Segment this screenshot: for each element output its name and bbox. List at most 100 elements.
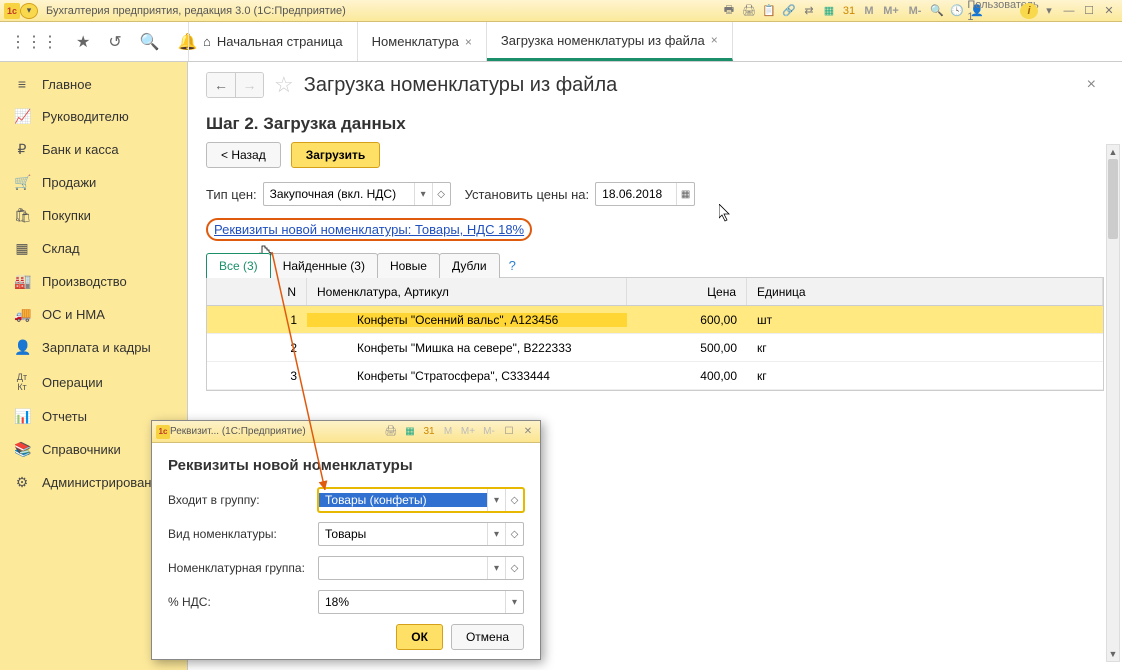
table-row[interactable]: 2 Конфеты "Мишка на севере", В222333 500…: [207, 334, 1103, 362]
tab-load-nomenclature[interactable]: Загрузка номенклатуры из файла ×: [487, 22, 733, 61]
sidebar-item-production[interactable]: 🏭Производство: [0, 265, 187, 298]
tab-duplicates[interactable]: Дубли: [439, 253, 500, 278]
table-row[interactable]: 3 Конфеты "Стратосфера", С333444 400,00 …: [207, 362, 1103, 390]
mem-mplus-icon[interactable]: M+: [880, 3, 902, 19]
favorite-star-icon[interactable]: ★: [76, 32, 90, 52]
close-page-button[interactable]: ×: [1087, 76, 1104, 94]
th-name: Номенклатура, Артикул: [307, 278, 627, 305]
sidebar-item-operations[interactable]: ДтКтОперации: [0, 364, 187, 400]
apps-grid-icon[interactable]: ⋮⋮⋮: [10, 32, 58, 52]
scroll-down-icon[interactable]: ▼: [1107, 647, 1119, 661]
open-icon[interactable]: ◇: [505, 557, 523, 579]
history-icon[interactable]: ↺: [108, 32, 121, 52]
close-icon[interactable]: ×: [711, 33, 718, 47]
table-tabs-row: Все (3) Найденные (3) Новые Дубли ?: [206, 253, 1104, 278]
tab-found[interactable]: Найденные (3): [270, 253, 378, 278]
field-nomgroup-row: Номенклатурная группа: ▾ ◇: [168, 556, 524, 580]
date-combo[interactable]: ▦: [595, 182, 695, 206]
tab-nomenclature[interactable]: Номенклатура ×: [358, 22, 487, 61]
dropdown-icon[interactable]: ▾: [414, 183, 432, 205]
table-row[interactable]: 1 Конфеты "Осенний вальс", А123456 600,0…: [207, 306, 1103, 334]
link-icon[interactable]: 🔗: [780, 3, 798, 19]
sidebar-item-assets[interactable]: 🚚ОС и НМА: [0, 298, 187, 331]
cancel-button[interactable]: Отмена: [451, 624, 524, 650]
load-button[interactable]: Загрузить: [291, 142, 380, 168]
print-icon[interactable]: 🖨: [740, 3, 758, 19]
sidebar-item-purchases[interactable]: 🛍Покупки: [0, 199, 187, 232]
ruble-icon: ₽: [14, 141, 30, 158]
open-icon[interactable]: ◇: [505, 523, 523, 545]
favorite-star-icon[interactable]: ☆: [274, 72, 294, 98]
sidebar-item-bank[interactable]: ₽Банк и касса: [0, 133, 187, 166]
app-menu-dropdown[interactable]: ▾: [20, 3, 38, 19]
mem-mminus-icon[interactable]: M-: [904, 3, 926, 19]
sidebar-item-warehouse[interactable]: ▦Склад: [0, 232, 187, 265]
sidebar-item-manager[interactable]: 📈Руководителю: [0, 100, 187, 133]
scroll-thumb[interactable]: [1108, 159, 1118, 239]
tab-all[interactable]: Все (3): [206, 253, 271, 278]
dropdown-icon[interactable]: ▾: [487, 489, 505, 511]
mem-m-icon[interactable]: M: [860, 3, 878, 19]
print-icon[interactable]: 🖨: [383, 425, 399, 439]
tab-home[interactable]: ⌂ Начальная страница: [188, 22, 358, 61]
search-icon[interactable]: 🔍: [140, 32, 160, 52]
field-vat-label: % НДС:: [168, 595, 318, 609]
sidebar-item-hr[interactable]: 👤Зарплата и кадры: [0, 331, 187, 364]
date-input[interactable]: [596, 187, 676, 201]
scroll-up-icon[interactable]: ▲: [1107, 145, 1119, 159]
info-icon[interactable]: i: [1020, 3, 1038, 19]
close-button[interactable]: ✕: [1100, 3, 1118, 19]
vat-combo[interactable]: ▾: [318, 590, 524, 614]
requisites-link[interactable]: Реквизиты новой номенклатуры: Товары, НД…: [206, 218, 532, 241]
close-icon[interactable]: ×: [465, 35, 472, 49]
compare-icon[interactable]: ⇄: [800, 3, 818, 19]
dropdown-icon[interactable]: ▾: [487, 557, 505, 579]
nomgroup-input[interactable]: [319, 561, 487, 575]
calendar-icon[interactable]: 31: [421, 425, 437, 439]
vertical-scrollbar[interactable]: ▲ ▼: [1106, 144, 1120, 662]
mem-mplus-icon[interactable]: M+: [459, 425, 477, 439]
cell-name: Конфеты "Мишка на севере", В222333: [307, 341, 627, 355]
nomgroup-combo[interactable]: ▾ ◇: [318, 556, 524, 580]
th-unit: Единица: [747, 278, 1103, 305]
dropdown-icon[interactable]: ▾: [1040, 3, 1058, 19]
back-button[interactable]: < Назад: [206, 142, 281, 168]
nav-forward-button[interactable]: →: [235, 73, 263, 97]
open-icon[interactable]: ◇: [432, 183, 450, 205]
clock-icon[interactable]: 🕓: [948, 3, 966, 19]
calendar-picker-icon[interactable]: ▦: [676, 183, 694, 205]
vat-input[interactable]: [319, 595, 505, 609]
price-type-input[interactable]: [264, 187, 414, 201]
tab-new[interactable]: Новые: [377, 253, 440, 278]
price-type-label: Тип цен:: [206, 187, 257, 202]
requisites-dialog: 1c Реквизит... (1С:Предприятие) 🖨 ▦ 31 M…: [151, 420, 541, 660]
type-input[interactable]: [319, 527, 487, 541]
calendar-icon[interactable]: 31: [840, 3, 858, 19]
nav-back-button[interactable]: ←: [207, 73, 235, 97]
cell-name: Конфеты "Осенний вальс", А123456: [307, 313, 627, 327]
close-button[interactable]: ✕: [520, 425, 536, 439]
group-combo[interactable]: ▾ ◇: [318, 488, 524, 512]
cell-price: 500,00: [627, 341, 747, 355]
maximize-button[interactable]: ☐: [501, 425, 517, 439]
mem-mminus-icon[interactable]: M-: [480, 425, 498, 439]
price-type-combo[interactable]: ▾ ◇: [263, 182, 451, 206]
maximize-button[interactable]: ☐: [1080, 3, 1098, 19]
ok-button[interactable]: ОК: [396, 624, 443, 650]
bars-icon: 📊: [14, 408, 30, 425]
mem-m-icon[interactable]: M: [440, 425, 456, 439]
open-icon[interactable]: ◇: [505, 489, 523, 511]
sidebar-item-sales[interactable]: 🛒Продажи: [0, 166, 187, 199]
dropdown-icon[interactable]: ▾: [487, 523, 505, 545]
print-preview-icon[interactable]: 🖶: [720, 3, 738, 19]
clipboard-icon[interactable]: 📋: [760, 3, 778, 19]
type-combo[interactable]: ▾ ◇: [318, 522, 524, 546]
help-icon[interactable]: ?: [509, 258, 516, 273]
calc-icon[interactable]: ▦: [402, 425, 418, 439]
calc-icon[interactable]: ▦: [820, 3, 838, 19]
sidebar-item-main[interactable]: ≡Главное: [0, 68, 187, 100]
group-input[interactable]: [319, 493, 487, 507]
minimize-button[interactable]: —: [1060, 3, 1078, 19]
zoom-icon[interactable]: 🔍: [928, 3, 946, 19]
dropdown-icon[interactable]: ▾: [505, 591, 523, 613]
